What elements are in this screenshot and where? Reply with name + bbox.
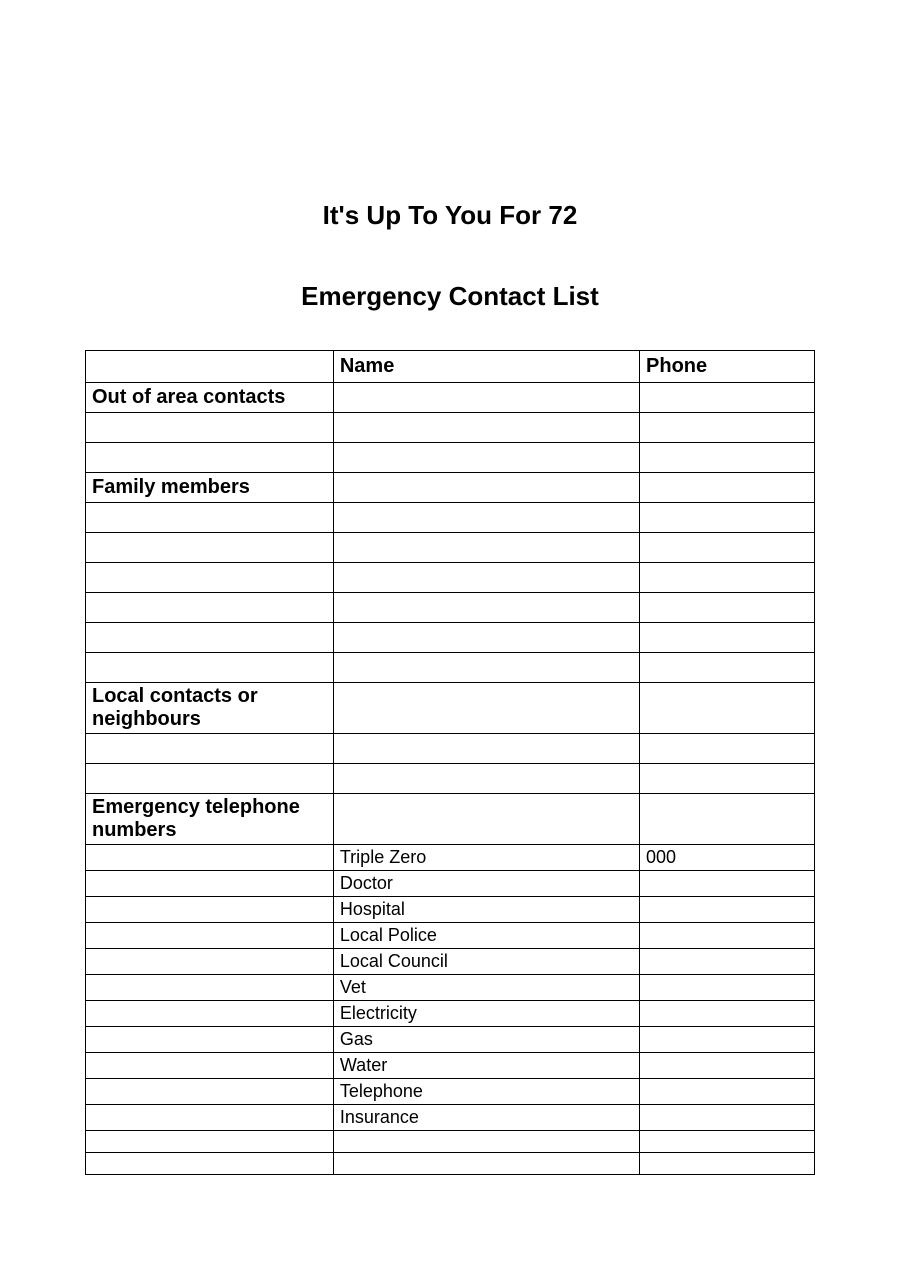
table-row [86, 734, 815, 764]
header-phone: Phone [640, 351, 815, 383]
cell-phone: 000 [640, 845, 815, 871]
table-row [86, 1131, 815, 1153]
section-row-out-of-area: Out of area contacts [86, 383, 815, 413]
cell-phone [640, 794, 815, 845]
table-row [86, 1153, 815, 1175]
table-row [86, 443, 815, 473]
cell-phone [640, 923, 815, 949]
sub-title: Emergency Contact List [85, 281, 815, 312]
section-label: Out of area contacts [86, 383, 334, 413]
cell-phone [640, 975, 815, 1001]
cell-phone [640, 1001, 815, 1027]
table-row [86, 503, 815, 533]
cell-name [333, 383, 639, 413]
cell-name: Doctor [333, 871, 639, 897]
cell-name [333, 794, 639, 845]
cell-name: Water [333, 1053, 639, 1079]
table-row: Insurance [86, 1105, 815, 1131]
table-row [86, 413, 815, 443]
main-title: It's Up To You For 72 [85, 200, 815, 231]
table-row: Gas [86, 1027, 815, 1053]
cell-phone [640, 473, 815, 503]
cell-name [333, 473, 639, 503]
table-row: Local Police [86, 923, 815, 949]
table-row [86, 593, 815, 623]
cell-phone [640, 1053, 815, 1079]
cell-name: Electricity [333, 1001, 639, 1027]
table-row: Doctor [86, 871, 815, 897]
cell-name: Hospital [333, 897, 639, 923]
cell-name: Gas [333, 1027, 639, 1053]
table-row [86, 563, 815, 593]
table-row: Triple Zero000 [86, 845, 815, 871]
table-row [86, 533, 815, 563]
table-row: Hospital [86, 897, 815, 923]
header-name: Name [333, 351, 639, 383]
cell-phone [640, 383, 815, 413]
section-row-local: Local contacts or neighbours [86, 683, 815, 734]
header-category [86, 351, 334, 383]
cell-name: Local Police [333, 923, 639, 949]
cell-name: Insurance [333, 1105, 639, 1131]
table-row: Water [86, 1053, 815, 1079]
section-label: Local contacts or neighbours [86, 683, 334, 734]
table-row: Telephone [86, 1079, 815, 1105]
section-row-family: Family members [86, 473, 815, 503]
cell-phone [640, 897, 815, 923]
table-row: Electricity [86, 1001, 815, 1027]
section-label: Family members [86, 473, 334, 503]
table-row: Vet [86, 975, 815, 1001]
table-row [86, 623, 815, 653]
table-row [86, 764, 815, 794]
section-label: Emergency telephone numbers [86, 794, 334, 845]
cell-name [333, 683, 639, 734]
cell-phone [640, 949, 815, 975]
cell-name: Telephone [333, 1079, 639, 1105]
table-row: Local Council [86, 949, 815, 975]
table-row [86, 653, 815, 683]
cell-phone [640, 1079, 815, 1105]
cell-name: Vet [333, 975, 639, 1001]
cell-phone [640, 1105, 815, 1131]
document-page: It's Up To You For 72 Emergency Contact … [0, 0, 900, 1175]
cell-name: Local Council [333, 949, 639, 975]
contact-table: Name Phone Out of area contacts Family m… [85, 350, 815, 1175]
cell-phone [640, 683, 815, 734]
table-header-row: Name Phone [86, 351, 815, 383]
cell-phone [640, 871, 815, 897]
cell-phone [640, 1027, 815, 1053]
section-row-emergency: Emergency telephone numbers [86, 794, 815, 845]
cell-name: Triple Zero [333, 845, 639, 871]
